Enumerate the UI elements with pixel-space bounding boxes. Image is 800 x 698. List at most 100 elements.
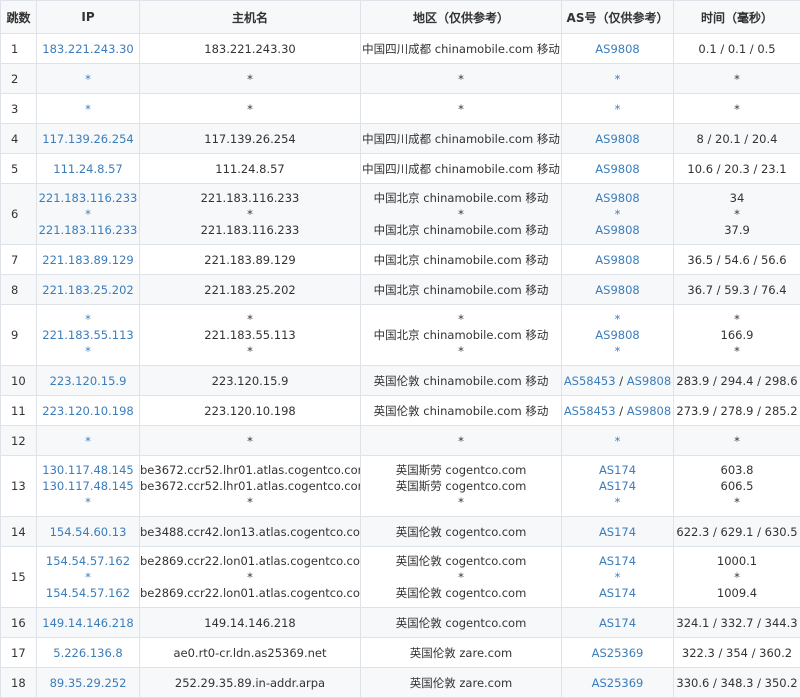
region-text: 中国北京 chinamobile.com 移动 bbox=[361, 282, 561, 298]
hop-number: 3 bbox=[1, 94, 37, 124]
region-cell: 英国伦敦 cogentco.com bbox=[361, 517, 562, 547]
ip-cell: 117.139.26.254 bbox=[37, 124, 140, 154]
as-link[interactable]: AS9808 bbox=[595, 253, 639, 267]
table-row: 16149.14.146.218149.14.146.218英国伦敦 cogen… bbox=[1, 608, 800, 638]
region-text: * bbox=[361, 101, 561, 117]
ip-link[interactable]: 183.221.243.30 bbox=[37, 41, 139, 57]
hostname-text: be3488.ccr42.lon13.atlas.cogentco.com bbox=[140, 524, 360, 540]
region-text: 英国伦敦 cogentco.com bbox=[361, 524, 561, 540]
as-link[interactable]: AS9808 bbox=[627, 374, 671, 388]
hostname-cell: 149.14.146.218 bbox=[140, 608, 361, 638]
as-link[interactable]: AS9808 bbox=[595, 223, 639, 237]
as-line: AS174 bbox=[562, 585, 673, 601]
as-link[interactable]: AS25369 bbox=[592, 676, 644, 690]
hostname-text: ae0.rt0-cr.ldn.as25369.net bbox=[140, 645, 360, 661]
region-text: 英国伦敦 chinamobile.com 移动 bbox=[361, 373, 561, 389]
hop-number: 1 bbox=[1, 34, 37, 64]
as-link[interactable]: AS25369 bbox=[592, 646, 644, 660]
region-text: 英国伦敦 cogentco.com bbox=[361, 553, 561, 569]
ip-cell: 111.24.8.57 bbox=[37, 154, 140, 184]
as-link[interactable]: AS9808 bbox=[627, 404, 671, 418]
table-row: 12***** bbox=[1, 426, 800, 456]
hostname-cell: 221.183.116.233*221.183.116.233 bbox=[140, 184, 361, 245]
hostname-cell: be2869.ccr22.lon01.atlas.cogentco.com*be… bbox=[140, 547, 361, 608]
time-cell: 36.5 / 54.6 / 56.6 bbox=[674, 245, 800, 275]
time-text: 1009.4 bbox=[674, 585, 800, 601]
table-row: 5111.24.8.57111.24.8.57中国四川成都 chinamobil… bbox=[1, 154, 800, 184]
as-link[interactable]: AS9808 bbox=[595, 283, 639, 297]
as-line: * bbox=[562, 494, 673, 510]
hostname-text: 117.139.26.254 bbox=[140, 131, 360, 147]
header-hop: 跳数 bbox=[1, 1, 37, 34]
time-cell: 10.6 / 20.3 / 23.1 bbox=[674, 154, 800, 184]
ip-link[interactable]: 149.14.146.218 bbox=[37, 615, 139, 631]
ip-link[interactable]: 221.183.116.233 bbox=[37, 190, 139, 206]
as-link: * bbox=[615, 102, 621, 116]
time-text: 10.6 / 20.3 / 23.1 bbox=[674, 161, 800, 177]
as-link[interactable]: AS58453 bbox=[564, 404, 616, 418]
as-link[interactable]: AS174 bbox=[599, 616, 636, 630]
time-cell: 324.1 / 332.7 / 344.3 bbox=[674, 608, 800, 638]
hop-number: 12 bbox=[1, 426, 37, 456]
as-link[interactable]: AS58453 bbox=[564, 374, 616, 388]
ip-link[interactable]: 130.117.48.145 bbox=[37, 462, 139, 478]
as-cell: * bbox=[562, 64, 674, 94]
region-text: 英国斯劳 cogentco.com bbox=[361, 478, 561, 494]
time-cell: 34*37.9 bbox=[674, 184, 800, 245]
as-cell: AS25369 bbox=[562, 638, 674, 668]
region-text: * bbox=[361, 343, 561, 359]
ip-link[interactable]: 221.183.25.202 bbox=[37, 282, 139, 298]
hop-number: 11 bbox=[1, 396, 37, 426]
region-cell: 英国伦敦 chinamobile.com 移动 bbox=[361, 366, 562, 396]
as-link[interactable]: AS174 bbox=[599, 554, 636, 568]
ip-link[interactable]: 154.54.60.13 bbox=[37, 524, 139, 540]
region-text: 英国伦敦 cogentco.com bbox=[361, 585, 561, 601]
ip-link[interactable]: 117.139.26.254 bbox=[37, 131, 139, 147]
hostname-cell: be3672.ccr52.lhr01.atlas.cogentco.combe3… bbox=[140, 456, 361, 517]
as-link[interactable]: AS9808 bbox=[595, 162, 639, 176]
region-text: 英国伦敦 zare.com bbox=[361, 675, 561, 691]
region-text: 中国四川成都 chinamobile.com 移动 bbox=[361, 41, 561, 57]
as-link[interactable]: AS174 bbox=[599, 463, 636, 477]
hostname-text: 223.120.10.198 bbox=[140, 403, 360, 419]
time-cell: *166.9* bbox=[674, 305, 800, 366]
ip-link[interactable]: 223.120.15.9 bbox=[37, 373, 139, 389]
as-link[interactable]: AS9808 bbox=[595, 132, 639, 146]
region-cell: * bbox=[361, 94, 562, 124]
as-link[interactable]: AS174 bbox=[599, 586, 636, 600]
as-line: AS9808 bbox=[562, 41, 673, 57]
hostname-text: be2869.ccr22.lon01.atlas.cogentco.com bbox=[140, 553, 360, 569]
ip-link[interactable]: 111.24.8.57 bbox=[37, 161, 139, 177]
hostname-cell: 117.139.26.254 bbox=[140, 124, 361, 154]
as-link: * bbox=[615, 207, 621, 221]
ip-cell: 183.221.243.30 bbox=[37, 34, 140, 64]
time-text: 37.9 bbox=[674, 222, 800, 238]
hostname-cell: 223.120.15.9 bbox=[140, 366, 361, 396]
ip-link[interactable]: 221.183.55.113 bbox=[37, 327, 139, 343]
time-cell: 1000.1*1009.4 bbox=[674, 547, 800, 608]
hostname-text: 111.24.8.57 bbox=[140, 161, 360, 177]
region-text: 中国北京 chinamobile.com 移动 bbox=[361, 222, 561, 238]
as-cell: AS9808 bbox=[562, 275, 674, 305]
ip-link[interactable]: 130.117.48.145 bbox=[37, 478, 139, 494]
as-link[interactable]: AS174 bbox=[599, 479, 636, 493]
hostname-text: * bbox=[140, 494, 360, 510]
as-link[interactable]: AS9808 bbox=[595, 42, 639, 56]
traceroute-table: 跳数 IP 主机名 地区（仅供参考） AS号（仅供参考） 时间（毫秒） 1183… bbox=[0, 0, 800, 698]
ip-link[interactable]: 89.35.29.252 bbox=[37, 675, 139, 691]
ip-link[interactable]: 5.226.136.8 bbox=[37, 645, 139, 661]
ip-link[interactable]: 154.54.57.162 bbox=[37, 553, 139, 569]
ip-link[interactable]: 221.183.89.129 bbox=[37, 252, 139, 268]
ip-link: * bbox=[37, 494, 139, 510]
as-link[interactable]: AS9808 bbox=[595, 191, 639, 205]
hop-number: 6 bbox=[1, 184, 37, 245]
ip-link[interactable]: 223.120.10.198 bbox=[37, 403, 139, 419]
hostname-text: 221.183.116.233 bbox=[140, 222, 360, 238]
ip-cell: 149.14.146.218 bbox=[37, 608, 140, 638]
time-text: * bbox=[674, 311, 800, 327]
table-header: 跳数 IP 主机名 地区（仅供参考） AS号（仅供参考） 时间（毫秒） bbox=[1, 1, 800, 34]
ip-link[interactable]: 221.183.116.233 bbox=[37, 222, 139, 238]
as-link[interactable]: AS174 bbox=[599, 525, 636, 539]
ip-link[interactable]: 154.54.57.162 bbox=[37, 585, 139, 601]
as-link[interactable]: AS9808 bbox=[595, 328, 639, 342]
